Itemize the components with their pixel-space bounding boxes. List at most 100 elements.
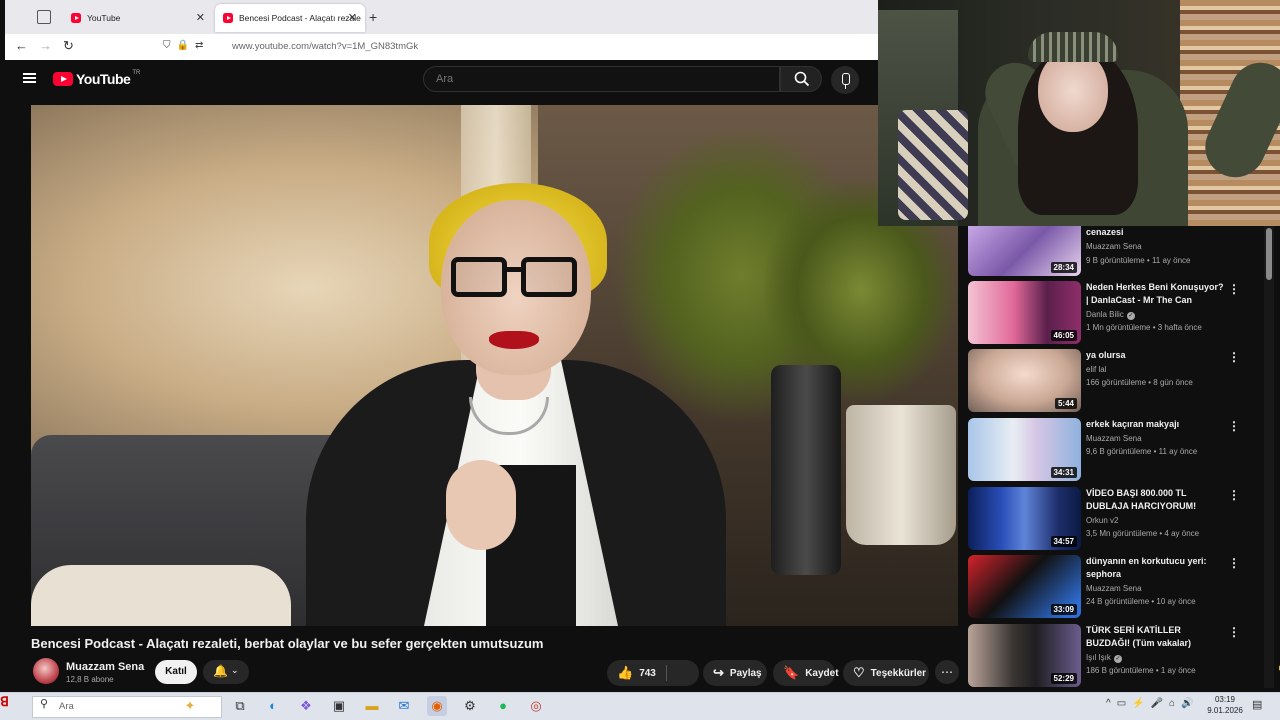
recommendation-title[interactable]: erkek kaçıran makyajı — [1086, 418, 1226, 431]
spotify-icon[interactable]: ● — [493, 696, 513, 716]
new-tab-icon[interactable]: + — [369, 9, 377, 25]
video-thumbnail[interactable]: 52:29 — [968, 624, 1081, 687]
recommendation-channel[interactable]: Işıl Işık ✓ — [1086, 653, 1122, 663]
bell-icon: 🔔 — [213, 664, 228, 678]
scrollbar-thumb[interactable] — [1266, 228, 1272, 280]
search-input[interactable] — [436, 73, 578, 85]
tab-title: YouTube — [87, 13, 121, 23]
task-view-icon[interactable]: ⧉ — [230, 696, 250, 716]
reload-icon[interactable]: ↻ — [63, 38, 74, 54]
video-duration: 33:09 — [1050, 604, 1077, 615]
recommendation-item[interactable]: 5:44 ya olursa elif lal 166 görüntüleme … — [968, 349, 1258, 413]
youtube-favicon-icon — [223, 13, 233, 23]
forward-arrow-icon[interactable]: → — [39, 38, 52, 53]
settings-gear-icon[interactable]: ⚙ — [460, 696, 480, 716]
copilot-app-icon[interactable]: ❖ — [296, 696, 316, 716]
notification-bell-button[interactable]: 🔔 ⌄ — [203, 660, 249, 684]
save-button[interactable]: 🔖 Kaydet — [773, 660, 839, 686]
recommendation-meta: 166 görüntüleme • 8 gün önce — [1086, 378, 1193, 387]
video-frame-lips — [489, 331, 539, 349]
video-thumbnail[interactable]: 33:09 — [968, 555, 1081, 618]
like-button[interactable]: 👍 743 👎 — [607, 660, 1280, 686]
menu-icon[interactable] — [23, 73, 36, 83]
tab-youtube[interactable]: YouTube ✕ — [63, 4, 213, 32]
thanks-label: Teşekkürler — [870, 667, 927, 679]
site-info-icons[interactable]: ⛉🔒⇄ — [163, 40, 209, 51]
recommendation-title[interactable]: cenazesi — [1086, 226, 1226, 239]
video-frame-pot — [846, 405, 956, 545]
recommendation-meta: 9 B görüntüleme • 11 ay önce — [1086, 256, 1191, 265]
video-frame-blanket — [31, 565, 291, 626]
video-duration: 28:34 — [1050, 262, 1077, 273]
close-tab-icon[interactable]: ✕ — [348, 11, 357, 24]
heart-dollar-icon: ♡ — [853, 665, 865, 680]
file-explorer-icon[interactable]: ▬ — [362, 696, 382, 716]
bookmark-icon: 🔖 — [783, 665, 800, 680]
channel-avatar[interactable] — [33, 658, 59, 684]
video-thumbnail[interactable]: 34:31 — [968, 418, 1081, 481]
more-options-icon[interactable]: ⋮ — [1228, 282, 1240, 296]
tab-current-video[interactable]: Bencesi Podcast - Alaçatı rezale ✕ — [215, 4, 365, 32]
voice-search-mic-icon[interactable] — [831, 66, 859, 94]
recommendation-meta: 9,6 B görüntüleme • 11 ay önce — [1086, 447, 1198, 456]
video-frame-hand — [446, 460, 516, 550]
recommendation-title[interactable]: ya olursa — [1086, 349, 1226, 362]
recommendation-item[interactable]: 52:29 TÜRK SERİ KATİLLER BUZDAĞI! (Tüm v… — [968, 624, 1258, 688]
recommendation-title[interactable]: Neden Herkes Beni Konuşuyor? | DanlaCast… — [1086, 281, 1226, 307]
clock-time: 03:19 — [1214, 695, 1236, 704]
close-tab-icon[interactable]: ✕ — [196, 11, 205, 24]
recommendation-title[interactable]: VİDEO BAŞI 800.000 TL DUBLAJA HARCIYORUM… — [1086, 487, 1226, 513]
more-options-icon[interactable]: ⋮ — [1228, 625, 1240, 639]
join-button[interactable]: Katıl — [155, 660, 197, 684]
url-path: /watch?v=1M_GN83tmGk — [309, 41, 419, 52]
notification-center-icon[interactable]: ▤ — [1252, 698, 1262, 711]
recommendation-channel[interactable]: Muazzam Sena — [1086, 434, 1142, 443]
search-box[interactable] — [423, 66, 780, 92]
taskbar-clock[interactable]: 03:19 9.01.2026 — [1204, 694, 1246, 716]
video-thumbnail[interactable]: 28:34 — [968, 226, 1081, 276]
copilot-sparkle-icon[interactable]: ✦ — [180, 696, 200, 716]
video-duration: 52:29 — [1050, 673, 1077, 684]
channel-name[interactable]: Muazzam Sena — [66, 661, 144, 673]
video-player[interactable] — [31, 105, 958, 626]
firefox-icon[interactable]: ◉ — [427, 696, 447, 716]
recommendation-channel[interactable]: Muazzam Sena — [1086, 242, 1142, 251]
video-thumbnail[interactable]: 5:44 — [968, 349, 1081, 412]
recommendation-item[interactable]: 34:31 erkek kaçıran makyajı Muazzam Sena… — [968, 418, 1258, 482]
recommendation-meta: 24 B görüntüleme • 10 ay önce — [1086, 597, 1196, 606]
recommendation-item[interactable]: 34:57 VİDEO BAŞI 800.000 TL DUBLAJA HARC… — [968, 487, 1258, 551]
recommendation-channel[interactable]: Muazzam Sena — [1086, 584, 1142, 593]
video-thumbnail[interactable]: 34:57 — [968, 487, 1081, 550]
clock-date: 9.01.2026 — [1207, 706, 1243, 715]
system-tray-icons[interactable]: ^▭⚡🎤⌂🔊 — [1106, 698, 1200, 709]
more-options-icon[interactable]: ⋮ — [1228, 556, 1240, 570]
share-button[interactable]: ↪ Paylaş — [703, 660, 767, 686]
edge-browser-icon[interactable]: ◐ — [263, 696, 283, 716]
search-button[interactable] — [780, 66, 822, 92]
more-options-icon[interactable]: ⋮ — [1228, 488, 1240, 502]
recommendation-item[interactable]: 46:05 Neden Herkes Beni Konuşuyor? | Dan… — [968, 281, 1258, 345]
recommendation-channel[interactable]: elif lal — [1086, 365, 1106, 374]
webcam-chair — [898, 110, 968, 220]
thanks-button[interactable]: ♡ Teşekkürler — [843, 660, 929, 686]
sidebar-scrollbar[interactable] — [1264, 226, 1274, 688]
more-actions-icon[interactable]: ⋯ — [935, 660, 959, 684]
more-options-icon[interactable]: ⋮ — [1228, 350, 1240, 364]
more-options-icon[interactable]: ⋮ — [1228, 419, 1240, 433]
url-host: www.youtube.com — [232, 41, 310, 52]
tab-manager-icon[interactable] — [37, 10, 51, 24]
address-bar[interactable]: www.youtube.com/watch?v=1M_GN83tmGk — [232, 41, 418, 52]
recommendation-channel[interactable]: Danla Bilic ✓ — [1086, 310, 1135, 320]
video-duration: 5:44 — [1054, 398, 1077, 409]
recommendation-channel[interactable]: Orkun v2 — [1086, 516, 1118, 525]
obs-icon[interactable]: ◎ — [526, 696, 546, 716]
recommendation-title[interactable]: TÜRK SERİ KATİLLER BUZDAĞI! (Tüm vakalar… — [1086, 624, 1226, 650]
store-icon[interactable]: ▣ — [329, 696, 349, 716]
recommendation-item[interactable]: 33:09 dünyanın en korkutucu yeri: sephor… — [968, 555, 1258, 619]
youtube-logo[interactable]: YouTube TR — [53, 70, 140, 87]
video-thumbnail[interactable]: 46:05 — [968, 281, 1081, 344]
recommendation-title[interactable]: dünyanın en korkutucu yeri: sephora — [1086, 555, 1226, 581]
back-arrow-icon[interactable]: ← — [15, 38, 28, 53]
subscriber-count: 12,8 B abone — [66, 675, 114, 684]
mail-icon[interactable]: ✉ — [394, 696, 414, 716]
